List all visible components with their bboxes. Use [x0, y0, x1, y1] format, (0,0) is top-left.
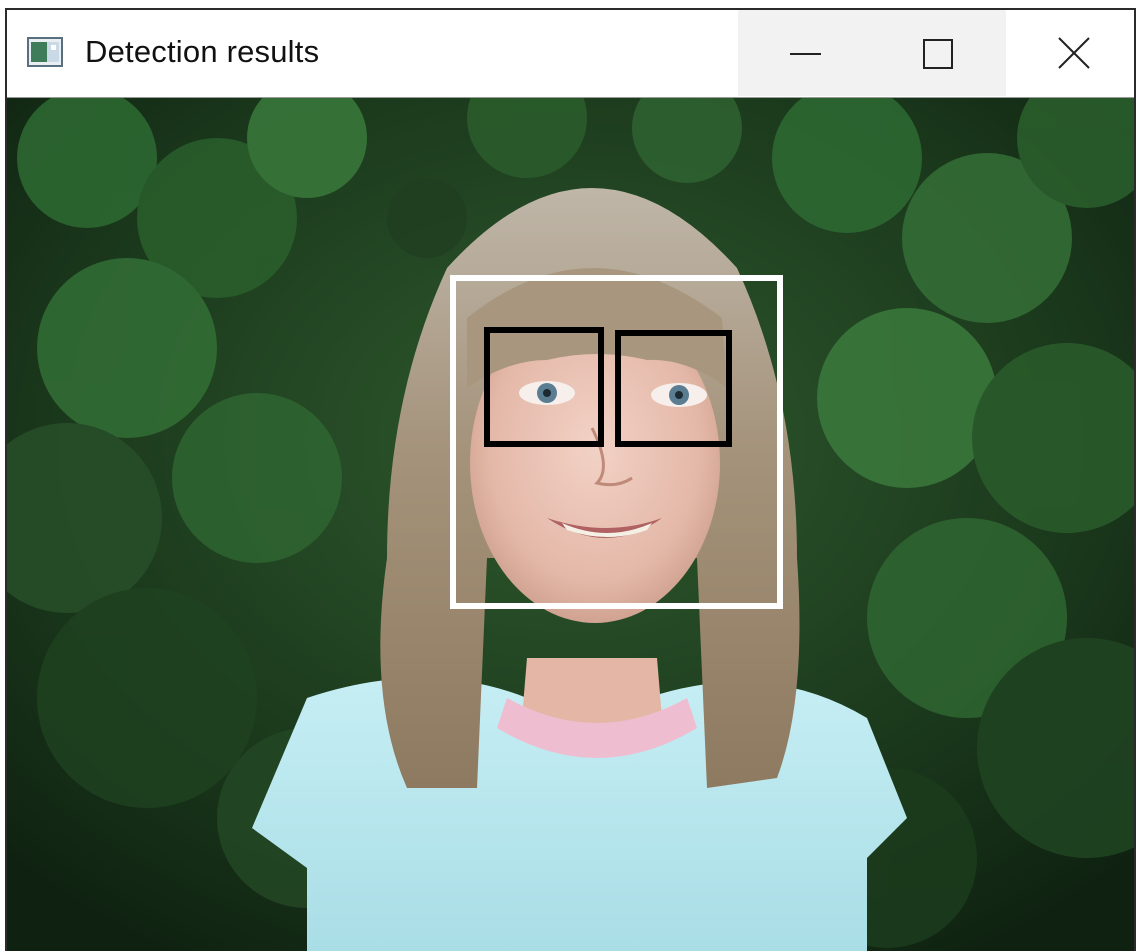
- close-icon: [1058, 37, 1090, 69]
- close-button[interactable]: [1006, 10, 1134, 96]
- window-image-icon: [27, 37, 63, 67]
- title-bar[interactable]: Detection results: [7, 10, 1134, 98]
- maximize-icon: [923, 39, 953, 69]
- window-title: Detection results: [85, 34, 320, 69]
- photo-canvas: [7, 98, 1134, 951]
- maximize-button[interactable]: [872, 10, 1006, 96]
- image-canvas: [7, 98, 1134, 951]
- minimize-button[interactable]: [738, 10, 872, 96]
- detection-window: Detection results: [5, 8, 1136, 951]
- minimize-icon: [790, 53, 821, 55]
